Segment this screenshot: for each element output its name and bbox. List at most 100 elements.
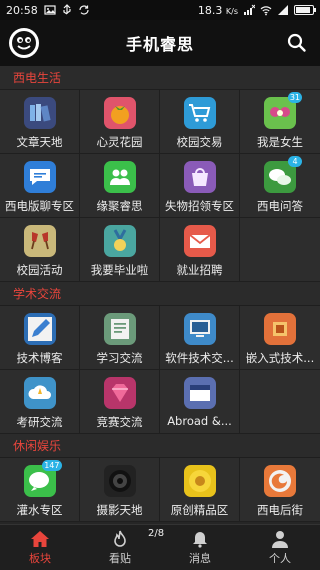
board-item[interactable]: 嵌入式技术... <box>240 306 320 370</box>
empty-cell <box>240 370 320 434</box>
board-item[interactable]: 校园活动 <box>0 218 80 282</box>
wechat-icon: 4 <box>264 156 302 193</box>
board-item[interactable]: 文章天地 <box>0 90 80 154</box>
battery-fill <box>296 7 310 13</box>
board-label: 西电版聊专区 <box>5 199 74 213</box>
books-icon <box>23 97 56 129</box>
board-label: 软件技术交... <box>165 351 234 365</box>
board-item[interactable]: 软件技术交... <box>160 306 240 370</box>
person-icon <box>272 530 288 548</box>
unread-badge: 4 <box>288 156 302 167</box>
diamond-icon <box>103 377 136 409</box>
board-label: 技术博客 <box>16 351 63 365</box>
board-label: Abroad &... <box>167 414 232 428</box>
tab-messages[interactable]: 消息 <box>160 525 240 570</box>
board-label: 考研交流 <box>16 415 63 429</box>
board-label: 心灵花园 <box>96 135 143 149</box>
board-label: 学习交流 <box>96 351 143 365</box>
network-speed: 18.3 K/s <box>198 4 238 17</box>
image-icon <box>44 5 56 15</box>
tab-label: 个人 <box>269 551 291 565</box>
board-item[interactable]: 学习交流 <box>80 306 160 370</box>
board-item[interactable]: 竞赛交流 <box>80 370 160 434</box>
signal-icon <box>278 5 288 15</box>
board-item[interactable]: 我要毕业啦 <box>80 218 160 282</box>
unread-badge: 31 <box>287 92 302 103</box>
app-bar: 手机睿思 <box>0 20 320 66</box>
section-header: 休闲娱乐 <box>0 434 320 458</box>
board-label: 我要毕业啦 <box>90 263 149 277</box>
search-icon[interactable] <box>286 32 308 54</box>
board-item[interactable]: 4 西电问答 <box>240 154 320 218</box>
cloud-icon <box>23 377 56 409</box>
board-item[interactable]: 就业招聘 <box>160 218 240 282</box>
board-label: 嵌入式技术... <box>245 351 315 365</box>
unread-badge: 147 <box>42 460 62 471</box>
board-label: 校园活动 <box>16 263 63 277</box>
board-label: 文章天地 <box>16 135 63 149</box>
board-label: 缘聚睿思 <box>96 199 143 213</box>
board-item[interactable]: 147 灌水专区 <box>0 458 80 522</box>
sunflower-icon <box>183 465 216 497</box>
envelope-icon <box>183 225 216 257</box>
sync-icon <box>79 5 89 15</box>
tomato-icon <box>103 97 136 129</box>
status-bar: 20:58 18.3 K/s <box>0 0 320 20</box>
board-item[interactable]: 技术博客 <box>0 306 80 370</box>
board-grid: 文章天地 心灵花园 校园交易 31 我是女生西电版聊专区 缘聚睿思 失物招领专区 4 西电问答校… <box>0 90 320 282</box>
board-label: 西电问答 <box>257 199 303 213</box>
board-item[interactable]: 西电版聊专区 <box>0 154 80 218</box>
network-speed-unit: K/s <box>225 6 238 16</box>
tab-label: 消息 <box>189 551 211 565</box>
board-item[interactable]: 缘聚睿思 <box>80 154 160 218</box>
forum-board-list[interactable]: 西电生活文章天地 心灵花园 校园交易 31 我是女生西电版聊专区 缘聚睿思 失物招领专区 4 西… <box>0 66 320 524</box>
flame-icon <box>114 530 126 547</box>
firefox-icon <box>264 465 296 497</box>
camera-lens-icon <box>103 465 136 497</box>
network-speed-value: 18.3 <box>197 3 223 17</box>
board-item[interactable]: 西电后街 <box>240 458 320 522</box>
bag-icon <box>183 161 216 193</box>
chat-bubble-icon <box>23 161 56 193</box>
signal-muted-icon <box>244 4 255 15</box>
cart-icon <box>183 97 216 129</box>
clock: 20:58 <box>6 3 38 17</box>
cheers-icon <box>23 225 56 257</box>
couple-icon <box>103 161 136 193</box>
board-item[interactable]: 摄影天地 <box>80 458 160 522</box>
board-item[interactable]: 心灵花园 <box>80 90 160 154</box>
avatar[interactable] <box>9 28 39 58</box>
board-label: 灌水专区 <box>16 503 63 517</box>
board-label: 校园交易 <box>176 135 223 149</box>
board-item[interactable]: Abroad &... <box>160 370 240 434</box>
bow-icon: 31 <box>264 92 302 129</box>
empty-cell <box>240 218 320 282</box>
board-item[interactable]: 校园交易 <box>160 90 240 154</box>
chat-bubbles-icon: 147 <box>23 460 62 497</box>
section-header: 西电生活 <box>0 66 320 90</box>
board-label: 原创精品区 <box>170 503 229 517</box>
board-grid: 147 灌水专区 摄影天地 原创精品区 西电后街 <box>0 458 320 522</box>
board-item[interactable]: 考研交流 <box>0 370 80 434</box>
bell-icon <box>193 531 207 548</box>
tab-profile[interactable]: 个人 <box>240 525 320 570</box>
board-grid: 技术博客 学习交流 软件技术交... 嵌入式技术... 考研交流 竞赛交流 Abroad &… <box>0 306 320 434</box>
page-indicator: 2/8 <box>148 528 165 539</box>
notes-icon <box>103 313 136 345</box>
board-item[interactable]: 原创精品区 <box>160 458 240 522</box>
medal-icon <box>103 225 136 257</box>
usb-icon <box>63 4 71 15</box>
board-label: 我是女生 <box>257 135 303 149</box>
wifi-icon <box>260 6 272 16</box>
board-label: 西电后街 <box>257 503 303 517</box>
smiley-avatar-icon <box>12 31 36 55</box>
monitor-icon <box>183 313 216 345</box>
tab-label: 板块 <box>29 551 51 565</box>
board-label: 就业招聘 <box>176 263 223 277</box>
english-book-icon <box>183 377 216 409</box>
chip-icon <box>264 313 296 345</box>
tab-label: 看贴 <box>109 551 131 565</box>
board-item[interactable]: 失物招领专区 <box>160 154 240 218</box>
tab-boards[interactable]: 板块 <box>0 525 80 570</box>
board-item[interactable]: 31 我是女生 <box>240 90 320 154</box>
